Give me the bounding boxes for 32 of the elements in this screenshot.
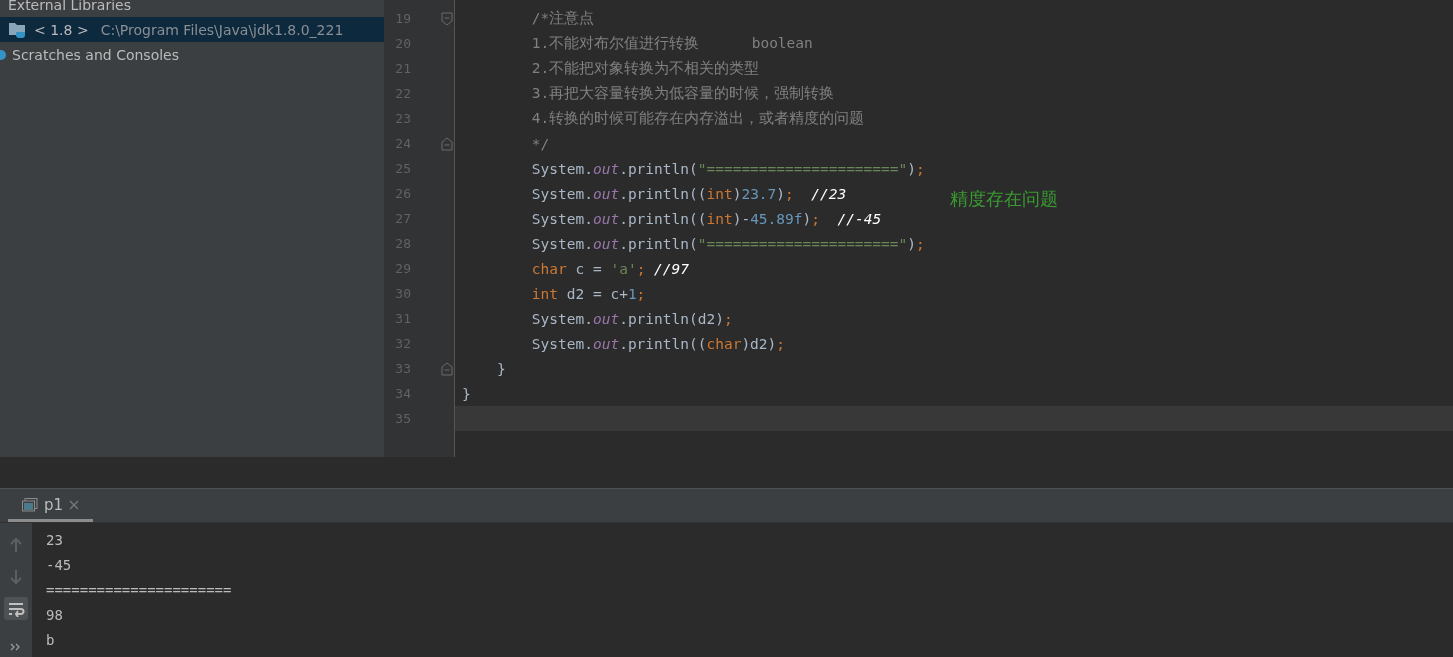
code-line: char c = 'a'; //97 — [530, 260, 689, 277]
code-line: System.out.println(d2); — [530, 310, 733, 327]
close-icon[interactable] — [69, 500, 80, 510]
soft-wrap-icon[interactable] — [4, 597, 28, 620]
tree-item[interactable]: < 1.8 > C:\Program Files\Java\jdk1.8.0_221 — [0, 17, 384, 42]
code-line: System.out.println((int)23.7); //23 — [530, 185, 847, 202]
code-line: System.out.println((char)d2); — [530, 335, 786, 352]
code-line: */ — [530, 135, 550, 152]
fold-marker-icon[interactable] — [441, 136, 453, 151]
fold-marker-icon[interactable] — [441, 361, 453, 376]
console-icon — [22, 498, 38, 512]
code-line: } — [462, 385, 471, 402]
code-line: System.out.println("======================"); — [530, 235, 925, 252]
code-line: /*注意点 — [530, 9, 595, 28]
run-tab[interactable]: p1 — [8, 491, 94, 522]
code-line: System.out.println((int)-45.89f); //-45 — [530, 210, 882, 227]
output-line: ====================== — [46, 580, 232, 600]
code-line: 2.不能把对象转换为不相关的类型 — [530, 59, 760, 78]
annotation-text: 精度存在问题 — [950, 187, 1058, 211]
code-line: System.out.println("======================"); — [530, 160, 925, 177]
code-line: int d2 = c+1; — [530, 285, 646, 302]
output-line: b — [46, 630, 56, 650]
code-line: } — [495, 360, 506, 377]
code-line: 4.转换的时候可能存在内存溢出，或者精度的问题 — [530, 109, 865, 128]
fold-marker-icon[interactable] — [441, 11, 453, 26]
folder-cup-icon — [8, 20, 28, 39]
code-line: 3.再把大容量转换为低容量的时候，强制转换 — [530, 84, 835, 103]
code-line: 1.不能对布尔值进行转换 boolean — [530, 34, 813, 53]
output-line: 98 — [46, 605, 64, 625]
tree-item[interactable]: Scratches and Consoles — [0, 42, 384, 67]
output-line: 23 — [46, 530, 64, 550]
output-line: -45 — [46, 555, 73, 575]
